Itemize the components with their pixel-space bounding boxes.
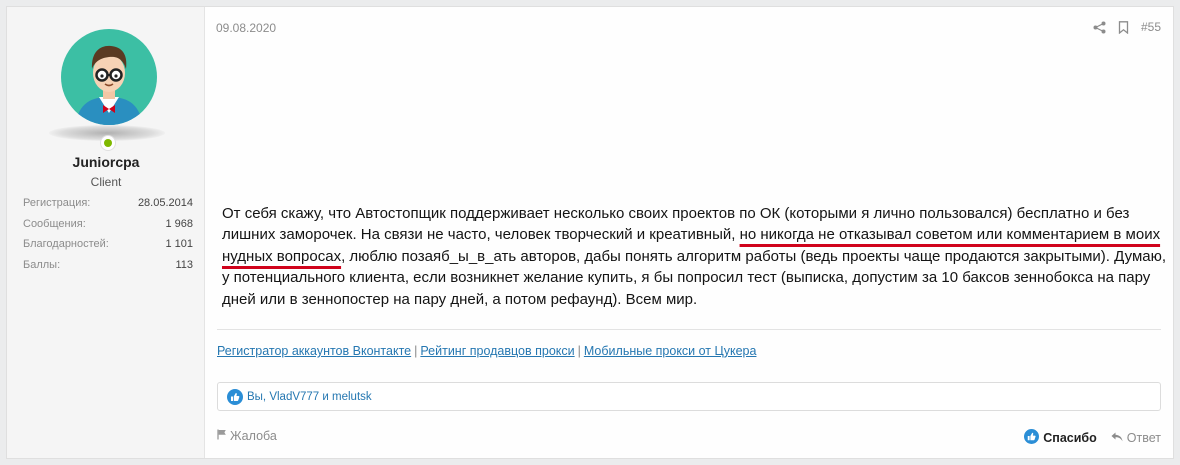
post-number[interactable]: #55 [1141, 20, 1161, 34]
footer-actions: Спасибо Ответ [1024, 429, 1161, 447]
stat-registration: Регистрация: 28.05.2014 [23, 193, 193, 214]
stat-messages: Сообщения: 1 968 [23, 214, 193, 235]
post-text-part: , люблю позаяб_ы_в_ать авторов, дабы пон… [222, 247, 1167, 308]
signature-link[interactable]: Рейтинг продавцов прокси [420, 344, 574, 358]
user-title: Client [90, 175, 122, 189]
thanks-label: Спасибо [1043, 431, 1097, 445]
post-footer: Жалоба Спасибо Ответ [217, 427, 1161, 447]
stat-thanks: Благодарностей: 1 101 [23, 234, 193, 255]
forum-post: Juniorcpa Client Регистрация: 28.05.2014… [6, 6, 1174, 459]
flag-icon [217, 429, 227, 443]
online-status-icon [100, 135, 116, 151]
stat-value: 1 101 [165, 238, 193, 250]
stat-value[interactable]: 1 968 [165, 214, 193, 235]
stat-label: Благодарностей: [23, 238, 109, 250]
user-panel: Juniorcpa Client Регистрация: 28.05.2014… [7, 7, 205, 458]
user-stats: Регистрация: 28.05.2014 Сообщения: 1 968… [23, 193, 193, 275]
post-actions: #55 [1093, 20, 1161, 34]
report-label: Жалоба [230, 429, 277, 443]
post-body: От себя скажу, что Автостопщик поддержив… [222, 203, 1167, 310]
stat-label: Сообщения: [23, 217, 86, 230]
like-icon [1024, 429, 1040, 447]
reply-button[interactable]: Ответ [1111, 431, 1161, 445]
signature-separator: | [577, 344, 581, 358]
reply-icon [1111, 431, 1123, 445]
post-main: 09.08.2020 #55 От себя скажу, что Автост… [205, 7, 1173, 458]
stat-value[interactable]: 113 [175, 255, 193, 276]
signature-separator: | [414, 344, 418, 358]
thanks-button[interactable]: Спасибо [1024, 429, 1097, 447]
signature: Регистратор аккаунтов Вконтакте | Рейтинг … [217, 344, 756, 358]
post-date[interactable]: 09.08.2020 [216, 21, 276, 35]
report-button[interactable]: Жалоба [217, 429, 277, 443]
share-icon[interactable] [1093, 21, 1106, 34]
stat-value: 28.05.2014 [137, 197, 193, 209]
stat-label: Регистрация: [23, 197, 91, 209]
reply-label: Ответ [1126, 431, 1161, 445]
stat-label: Баллы: [23, 258, 61, 271]
bookmark-icon[interactable] [1118, 20, 1129, 34]
avatar[interactable] [61, 29, 157, 125]
like-icon [227, 388, 243, 405]
signature-link[interactable]: Регистратор аккаунтов Вконтакте [217, 344, 411, 358]
stat-points: Баллы: 113 [23, 255, 193, 276]
signature-link[interactable]: Мобильные прокси от Цукера [584, 344, 757, 358]
reactions-text[interactable]: Вы, VladV777 и melutsk [247, 391, 372, 403]
username[interactable]: Juniorcpa [7, 154, 205, 170]
reactions-bar[interactable]: Вы, VladV777 и melutsk [217, 382, 1161, 411]
signature-divider [217, 329, 1161, 330]
